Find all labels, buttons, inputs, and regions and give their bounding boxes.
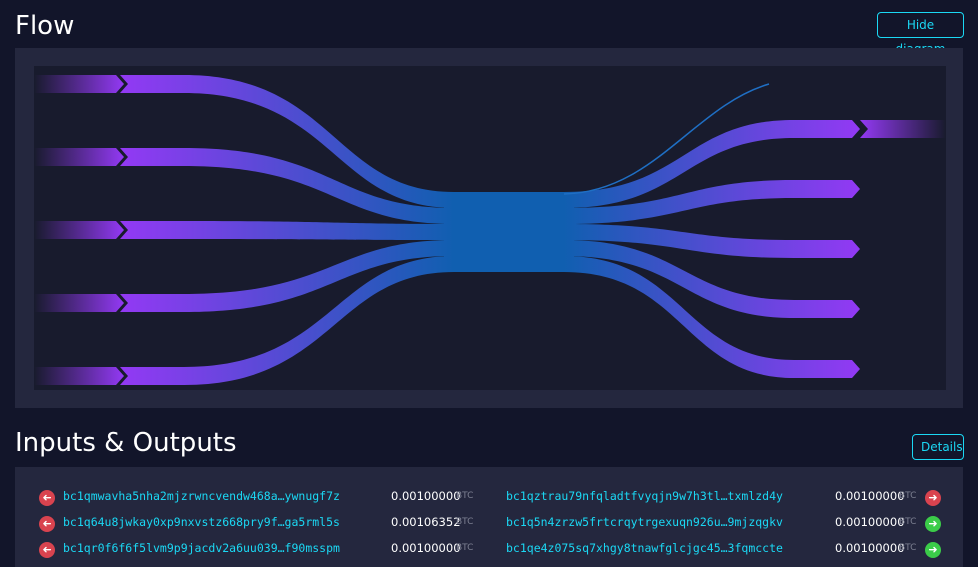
input-arrow-icon[interactable]: ➜ (39, 490, 55, 506)
output-address-link[interactable]: bc1q5n4zrzw5frtcrqytrgexuqn926u…9mjzqgkv (506, 515, 783, 529)
input-arrow-icon[interactable]: ➜ (39, 542, 55, 558)
input-address-link[interactable]: bc1q64u8jwkay0xp9nxvstz668pry9f…ga5rml5s (63, 515, 340, 529)
input-flow-line (120, 221, 454, 240)
io-row: ➜ bc1qmwavha5nha2mjzrwncvendw468a…ywnugf… (15, 487, 963, 509)
output-stub (860, 120, 946, 138)
output-unit: BTC (899, 491, 917, 501)
input-unit: BTC (456, 543, 474, 553)
output-amount: 0.00100000 (835, 515, 905, 529)
hide-diagram-button[interactable]: Hide diagram (877, 12, 964, 56)
input-unit: BTC (456, 491, 474, 501)
flow-title: Flow (15, 11, 75, 41)
output-arrow-icon[interactable]: ➜ (925, 490, 941, 506)
output-unit: BTC (899, 517, 917, 527)
input-stub (34, 75, 124, 93)
input-stub (34, 221, 124, 239)
input-flow-line (120, 75, 454, 208)
io-row: ➜ bc1qr0f6f6f5lvm9p9jacdv2a6uu039…f90mss… (15, 539, 963, 561)
flow-diagram (34, 75, 946, 385)
output-amount: 0.00100000 (835, 541, 905, 555)
input-amount: 0.00100000 (391, 541, 461, 555)
input-address-link[interactable]: bc1qr0f6f6f5lvm9p9jacdv2a6uu039…f90msspm (63, 541, 340, 555)
output-arrow-icon[interactable]: ➜ (925, 516, 941, 532)
input-address-link[interactable]: bc1qmwavha5nha2mjzrwncvendw468a…ywnugf7z (63, 489, 340, 503)
inputs-outputs-title: Inputs & Outputs (15, 428, 237, 458)
output-arrow-icon[interactable]: ➜ (925, 542, 941, 558)
input-arrow-icon[interactable]: ➜ (39, 516, 55, 532)
input-unit: BTC (456, 517, 474, 527)
input-stub (34, 294, 124, 312)
output-address-link[interactable]: bc1qe4z075sq7xhgy8tnawfglcjgc45…3fqmccte (506, 541, 783, 555)
input-stub (34, 367, 124, 385)
details-button[interactable]: Details (912, 434, 964, 460)
flow-diagram-panel (15, 48, 963, 408)
flow-center-bundle (444, 192, 574, 272)
input-amount: 0.00106352 (391, 515, 461, 529)
input-flow-line (120, 256, 454, 385)
io-row: ➜ bc1q64u8jwkay0xp9nxvstz668pry9f…ga5rml… (15, 513, 963, 535)
input-stub (34, 148, 124, 166)
flow-diagram-canvas (34, 66, 946, 390)
inputs-outputs-panel: ➜ bc1qmwavha5nha2mjzrwncvendw468a…ywnugf… (15, 467, 963, 567)
output-amount: 0.00100000 (835, 489, 905, 503)
input-amount: 0.00100000 (391, 489, 461, 503)
output-address-link[interactable]: bc1qztrau79nfqladtfvyqjn9w7h3tl…txmlzd4y (506, 489, 783, 503)
output-unit: BTC (899, 543, 917, 553)
